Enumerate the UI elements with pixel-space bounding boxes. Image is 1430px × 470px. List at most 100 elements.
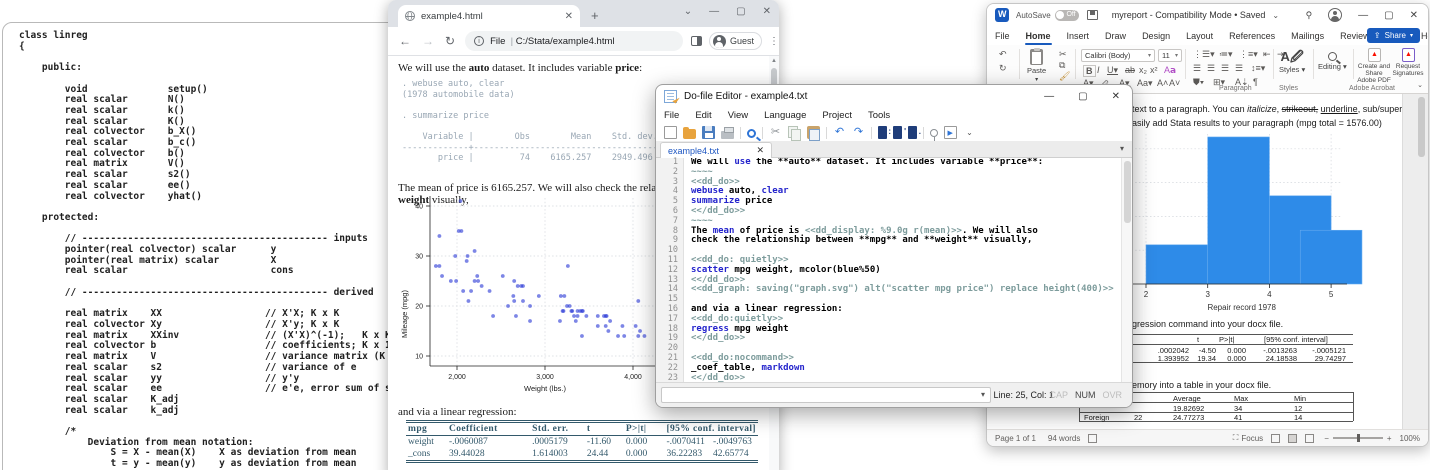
dofile-scrollbar[interactable] [1121, 158, 1132, 382]
title-chevron-icon[interactable]: ⌄ [1272, 11, 1279, 20]
create-adobe-pdf-button[interactable]: Create and Share Adobe PDF [1357, 48, 1391, 84]
line-spacing-icon[interactable]: ↕≡▾ [1251, 63, 1265, 74]
word-account-avatar[interactable] [1328, 8, 1342, 22]
decrease-indent-icon[interactable]: ⇤ [1263, 49, 1271, 60]
redo-icon[interactable]: ↷ [852, 126, 865, 139]
dofile-close-button[interactable]: ✕ [1112, 91, 1120, 102]
clear-formatting-icon[interactable]: A𝗮 [1164, 65, 1176, 76]
font-size-combo[interactable]: 11▾ [1158, 49, 1182, 62]
menu-view[interactable]: View [720, 110, 756, 121]
execute-do-icon[interactable] [944, 126, 957, 139]
align-left-icon[interactable]: ☰ [1193, 63, 1201, 74]
zoom-in-icon[interactable]: + [1387, 434, 1392, 443]
multilevel-list-icon[interactable]: ⋮≡▾ [1239, 49, 1258, 60]
word-scrollbar-thumb[interactable] [1418, 97, 1425, 157]
print-layout-icon[interactable] [1288, 434, 1297, 443]
undo-icon[interactable]: ↶ [999, 49, 1007, 60]
shading-icon[interactable]: ⛊▾ [1193, 77, 1204, 88]
paste-button[interactable]: Paste▾ [1027, 49, 1046, 83]
save-icon[interactable] [702, 126, 715, 139]
autosave-toggle[interactable]: Off [1055, 10, 1079, 21]
reload-icon[interactable]: ↻ [445, 34, 455, 48]
proofing-icon[interactable] [1088, 434, 1097, 443]
back-icon[interactable]: ← [399, 34, 411, 48]
word-doc-scroll-area[interactable] [1402, 94, 1428, 429]
grow-font-icon[interactable]: A˄ [1157, 78, 1168, 88]
word-search-icon[interactable]: ⚲ [1306, 10, 1313, 21]
shrink-font-icon[interactable]: A˅ [1169, 78, 1180, 88]
ribbon-tab-file[interactable]: File [987, 26, 1018, 45]
dofile-tab[interactable]: example4.txt ✕ [660, 142, 772, 158]
font-name-combo[interactable]: Calibri (Body)▾ [1081, 49, 1155, 62]
zoom-level[interactable]: 100% [1400, 434, 1420, 443]
redo-icon[interactable]: ↻ [999, 63, 1007, 74]
browser-close-button[interactable]: ✕ [763, 6, 771, 17]
justify-icon[interactable]: ☰ [1235, 63, 1243, 74]
find-icon[interactable] [747, 129, 756, 138]
dofile-minimize-button[interactable]: — [1044, 91, 1054, 102]
bullets-icon[interactable]: ⋮☰▾ [1193, 49, 1215, 60]
change-case-icon[interactable]: Aa▾ [1137, 78, 1153, 89]
save-icon[interactable] [1087, 10, 1098, 20]
browser-maximize-button[interactable]: ▢ [736, 6, 745, 17]
copy-icon[interactable]: ⧉ [1059, 60, 1065, 71]
print-icon[interactable] [721, 131, 734, 139]
cut-icon[interactable]: ✂ [769, 126, 782, 139]
menu-tools[interactable]: Tools [860, 110, 898, 121]
numbering-icon[interactable]: ≔▾ [1219, 49, 1233, 60]
browser-tab[interactable]: example4.html ✕ [398, 5, 580, 27]
page-indicator[interactable]: Page 1 of 1 [995, 434, 1036, 443]
web-layout-icon[interactable] [1305, 434, 1314, 443]
zoom-out-icon[interactable]: − [1324, 434, 1329, 443]
share-button[interactable]: ⇪ Share ▾ [1367, 28, 1420, 43]
new-tab-button[interactable]: + [591, 9, 599, 22]
dofile-tab-close-icon[interactable]: ✕ [756, 145, 764, 156]
menu-edit[interactable]: Edit [687, 110, 719, 121]
browser-menu-icon[interactable]: ⋮ [769, 36, 779, 47]
dofile-editor-area[interactable]: 1234567891011121314151617181920212223 We… [656, 158, 1132, 382]
show-paragraph-marks-icon[interactable]: ¶ [1253, 77, 1258, 87]
ribbon-tab-layout[interactable]: Layout [1178, 26, 1221, 45]
previous-bookmark-icon[interactable] [908, 126, 917, 139]
scroll-up-icon[interactable]: ▲ [771, 58, 777, 64]
focus-label[interactable]: Focus [1241, 434, 1263, 443]
ribbon-tab-references[interactable]: References [1221, 26, 1283, 45]
word-maximize-button[interactable]: ▢ [1384, 10, 1393, 21]
ribbon-tab-insert[interactable]: Insert [1059, 26, 1098, 45]
dofile-status-dropdown[interactable] [661, 387, 991, 403]
copy-icon[interactable] [788, 126, 801, 139]
next-bookmark-icon[interactable] [893, 126, 902, 139]
browser-profile-chevron-icon[interactable]: ⌄ [684, 6, 692, 17]
new-do-file-icon[interactable] [664, 126, 677, 139]
word-minimize-button[interactable]: — [1358, 10, 1368, 21]
tab-close-icon[interactable]: ✕ [565, 11, 573, 22]
side-panel-icon[interactable] [691, 36, 702, 46]
ribbon-tab-mailings[interactable]: Mailings [1283, 26, 1332, 45]
zoom-slider[interactable] [1333, 437, 1383, 439]
ribbon-tab-design[interactable]: Design [1134, 26, 1178, 45]
page-info-icon[interactable]: i [474, 36, 484, 46]
editing-button[interactable]: Editing ▾ [1318, 50, 1347, 71]
dofile-scrollbar-thumb[interactable] [1124, 161, 1131, 223]
ribbon-tab-draw[interactable]: Draw [1097, 26, 1134, 45]
underline-button[interactable]: U▾ [1107, 65, 1118, 76]
browser-minimize-button[interactable]: — [709, 6, 719, 17]
preview-icon[interactable] [930, 129, 938, 137]
format-painter-icon[interactable]: 🖌 [1059, 71, 1070, 82]
dofile-maximize-button[interactable]: ▢ [1078, 91, 1087, 102]
read-mode-icon[interactable] [1271, 434, 1280, 443]
toolbar-overflow-icon[interactable]: ⌄ [963, 126, 976, 139]
open-icon[interactable] [683, 129, 696, 139]
menu-file[interactable]: File [656, 110, 687, 121]
cut-icon[interactable]: ✂ [1059, 49, 1067, 60]
paste-icon[interactable] [807, 126, 820, 139]
word-close-button[interactable]: ✕ [1410, 10, 1418, 21]
superscript-button[interactable]: x² [1150, 65, 1158, 75]
collapse-ribbon-icon[interactable]: ⌄ [1417, 81, 1423, 89]
request-signatures-button[interactable]: Request Signatures [1393, 48, 1423, 77]
undo-icon[interactable]: ↶ [833, 126, 846, 139]
guest-profile-button[interactable]: Guest [709, 32, 762, 50]
styles-button[interactable]: A🖉 Styles ▾ [1279, 50, 1305, 74]
focus-icon[interactable]: ⛶ [1233, 433, 1239, 443]
subscript-button[interactable]: x₂ [1139, 65, 1147, 75]
